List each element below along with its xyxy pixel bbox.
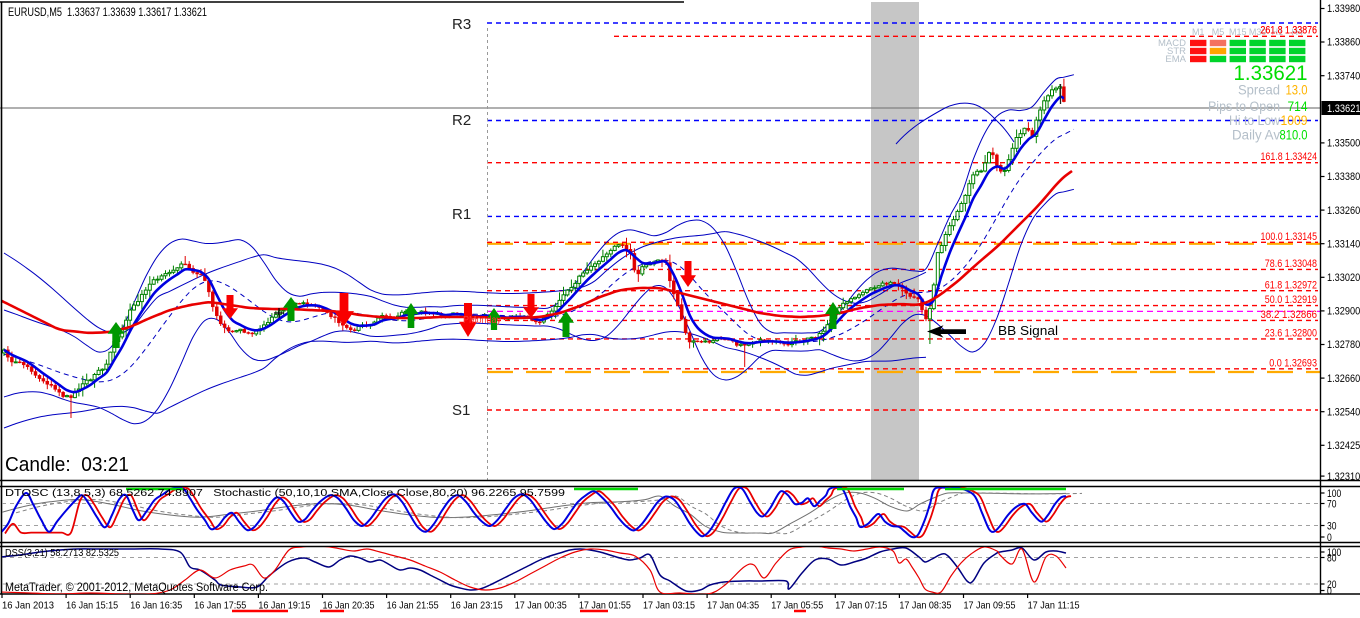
svg-text:13.0: 13.0 — [1286, 83, 1308, 98]
svg-text:38.2 1.32866: 38.2 1.32866 — [1261, 309, 1318, 321]
svg-text:Daily Av: Daily Av — [1232, 128, 1280, 143]
svg-text:Pips to Open: Pips to Open — [1208, 99, 1280, 114]
svg-text:MetaTrader, © 2001-2012, MetaQ: MetaTrader, © 2001-2012, MetaQuotes Soft… — [5, 582, 268, 594]
svg-text:78.6 1.33048: 78.6 1.33048 — [1265, 258, 1317, 270]
svg-text:1.33380: 1.33380 — [1327, 171, 1360, 183]
svg-text:16 Jan 23:15: 16 Jan 23:15 — [451, 600, 503, 612]
svg-text:DTOSC (13,8,5,3) 68.5262 74.89: DTOSC (13,8,5,3) 68.5262 74.8907 Stochas… — [5, 487, 565, 499]
svg-text:Spread: Spread — [1238, 83, 1280, 98]
svg-text:50.0 1.32919: 50.0 1.32919 — [1265, 294, 1317, 306]
svg-text:M5: M5 — [1212, 27, 1225, 37]
svg-text:161.8 1.33424: 161.8 1.33424 — [1261, 151, 1318, 163]
svg-text:261.8 1.33876: 261.8 1.33876 — [1260, 25, 1317, 37]
svg-text:70: 70 — [1327, 499, 1337, 511]
svg-text:17 Jan 07:15: 17 Jan 07:15 — [835, 600, 887, 612]
svg-text:R3: R3 — [452, 16, 471, 33]
svg-text:16 Jan 2013: 16 Jan 2013 — [2, 600, 54, 612]
svg-text:EURUSD,M5 1.33637 1.33639 1.3: EURUSD,M5 1.33637 1.33639 1.33617 1.3362… — [8, 5, 207, 19]
svg-text:1.32540: 1.32540 — [1327, 406, 1360, 418]
svg-text:1.33260: 1.33260 — [1327, 205, 1360, 217]
svg-text:1.32310: 1.32310 — [1327, 471, 1360, 483]
svg-text:1.32900: 1.32900 — [1327, 306, 1360, 318]
svg-text:17 Jan 00:35: 17 Jan 00:35 — [515, 600, 567, 612]
svg-text:1.33500: 1.33500 — [1327, 138, 1360, 150]
svg-text:PMonday: PMonday — [463, 315, 501, 326]
svg-text:1.33860: 1.33860 — [1327, 37, 1360, 49]
svg-text:61.8 1.32972: 61.8 1.32972 — [1265, 279, 1317, 291]
svg-text:30: 30 — [1327, 521, 1337, 533]
svg-text:Candle: 03:21: Candle: 03:21 — [5, 454, 129, 476]
svg-text:17 Jan 04:35: 17 Jan 04:35 — [707, 600, 759, 612]
svg-text:0: 0 — [1327, 586, 1332, 598]
svg-text:R1: R1 — [452, 206, 471, 223]
svg-text:1.33980: 1.33980 — [1327, 3, 1360, 15]
svg-text:1.33740: 1.33740 — [1327, 70, 1360, 82]
svg-text:1009: 1009 — [1281, 113, 1308, 128]
svg-text:1.32660: 1.32660 — [1327, 373, 1360, 385]
svg-text:BB Signal: BB Signal — [998, 324, 1058, 338]
svg-text:16 Jan 16:35: 16 Jan 16:35 — [130, 600, 182, 612]
svg-text:DSS(3,21) 58.2713 82.5325: DSS(3,21) 58.2713 82.5325 — [5, 547, 119, 559]
svg-text:17 Jan 05:55: 17 Jan 05:55 — [771, 600, 823, 612]
svg-text:16 Jan 20:35: 16 Jan 20:35 — [323, 600, 375, 612]
svg-text:1.33140: 1.33140 — [1327, 238, 1360, 250]
svg-text:16 Jan 21:55: 16 Jan 21:55 — [387, 600, 439, 612]
svg-text:M1: M1 — [1192, 27, 1205, 37]
svg-text:810.0: 810.0 — [1280, 128, 1308, 143]
svg-text:16 Jan 17:55: 16 Jan 17:55 — [194, 600, 246, 612]
svg-text:17 Jan 09:55: 17 Jan 09:55 — [964, 600, 1016, 612]
svg-text:EMA: EMA — [1165, 54, 1186, 65]
svg-text:1.33621: 1.33621 — [1327, 103, 1360, 115]
svg-text:0: 0 — [1327, 532, 1332, 544]
svg-text:M15: M15 — [1229, 27, 1247, 37]
svg-text:17 Jan 03:15: 17 Jan 03:15 — [643, 600, 695, 612]
svg-text:16 Jan 19:15: 16 Jan 19:15 — [258, 600, 310, 612]
svg-text:S1: S1 — [452, 402, 470, 419]
svg-text:80: 80 — [1327, 553, 1337, 565]
svg-text:17 Jan 08:35: 17 Jan 08:35 — [899, 600, 951, 612]
svg-text:1.33020: 1.33020 — [1327, 272, 1360, 284]
svg-text:714: 714 — [1288, 99, 1308, 114]
svg-text:17 Jan 11:15: 17 Jan 11:15 — [1028, 600, 1080, 612]
svg-text:1.32425: 1.32425 — [1327, 440, 1360, 452]
svg-text:17 Jan 01:55: 17 Jan 01:55 — [579, 600, 631, 612]
svg-text:100.0 1.33145: 100.0 1.33145 — [1261, 231, 1318, 243]
svg-text:1.32780: 1.32780 — [1327, 339, 1360, 351]
svg-text:23.6 1.32800: 23.6 1.32800 — [1265, 328, 1317, 340]
svg-text:Hi to Low: Hi to Low — [1229, 113, 1280, 128]
svg-text:R2: R2 — [452, 112, 471, 129]
svg-text:0.0 1.32693: 0.0 1.32693 — [1269, 357, 1317, 369]
svg-text:16 Jan 15:15: 16 Jan 15:15 — [66, 600, 118, 612]
